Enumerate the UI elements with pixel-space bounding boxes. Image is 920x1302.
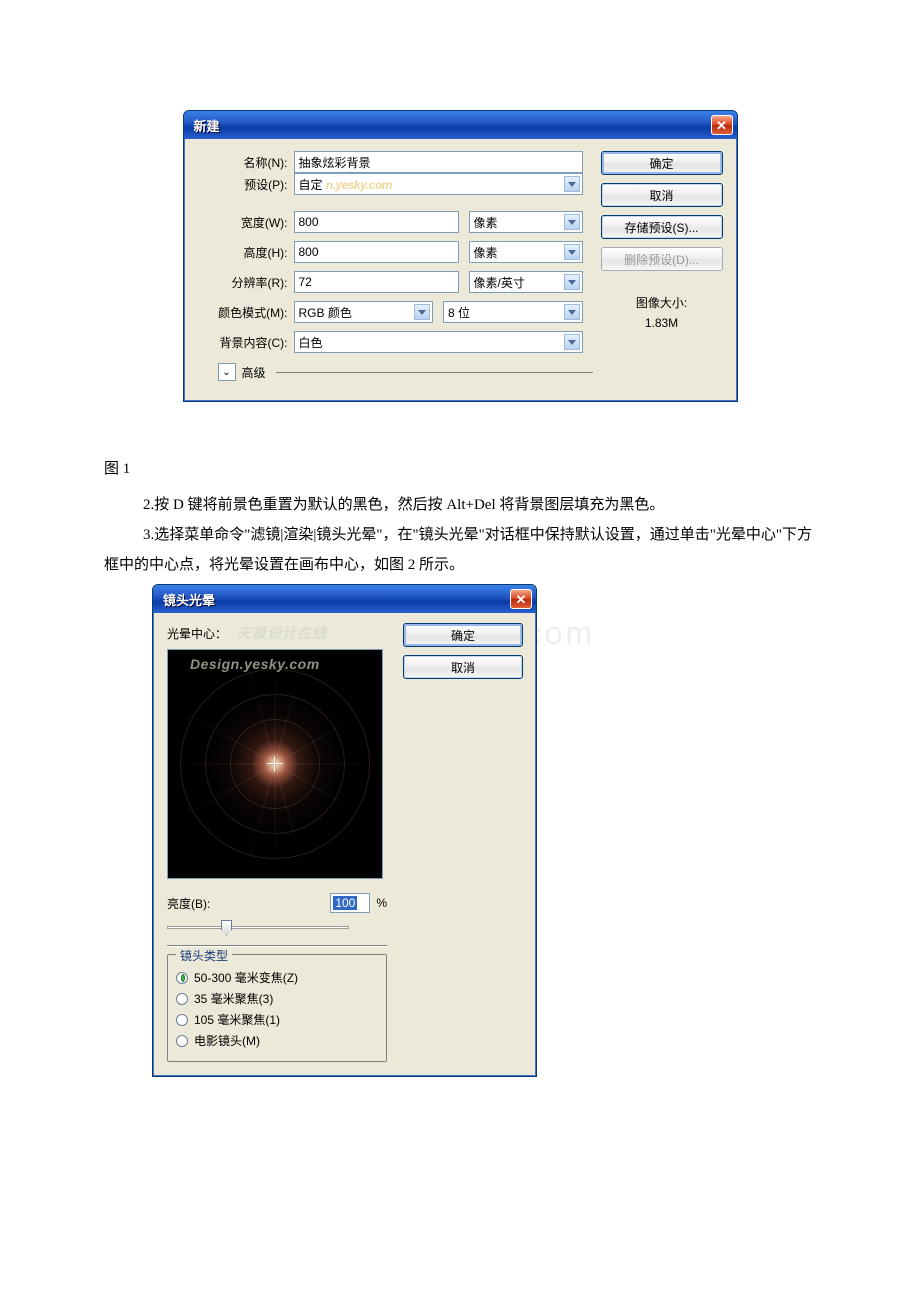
resolution-label: 分辨率(R):	[198, 274, 294, 291]
advanced-toggle[interactable]: ⌄	[218, 363, 236, 381]
colormode-value: RGB 颜色	[299, 304, 352, 321]
advanced-label: 高级	[242, 364, 272, 381]
titlebar[interactable]: 镜头光晕 ✕	[153, 585, 536, 613]
lens-option-105[interactable]: 105 毫米聚焦(1)	[176, 1011, 378, 1028]
close-icon: ✕	[516, 593, 527, 606]
lens-option-label: 35 毫米聚焦(3)	[194, 990, 273, 1007]
save-preset-button[interactable]: 存储预设(S)...	[601, 215, 723, 239]
close-button[interactable]: ✕	[711, 115, 733, 135]
brightness-input[interactable]: 100	[330, 893, 370, 913]
bgcontent-select[interactable]: 白色	[294, 331, 583, 353]
chevron-down-icon	[564, 244, 580, 260]
height-input[interactable]	[294, 241, 459, 263]
width-unit-value: 像素	[474, 214, 498, 231]
watermark-yesky: n.yesky.com	[326, 178, 392, 192]
radio-icon	[176, 993, 188, 1005]
lens-option-label: 105 毫米聚焦(1)	[194, 1011, 280, 1028]
chevron-down-icon	[564, 334, 580, 350]
close-icon: ✕	[716, 119, 727, 132]
ok-button[interactable]: 确定	[601, 151, 723, 175]
lens-type-legend: 镜头类型	[176, 947, 232, 964]
lens-option-50-300[interactable]: 50-300 毫米变焦(Z)	[176, 969, 378, 986]
chevron-down-icon	[564, 274, 580, 290]
colormode-label: 颜色模式(M):	[198, 304, 294, 321]
figure1-label: 图 1	[104, 454, 820, 484]
brightness-value: 100	[333, 896, 357, 910]
paragraph-3: 3.选择菜单命令"滤镜|渲染|镜头光晕"，在"镜头光晕"对话框中保持默认设置，通…	[104, 520, 820, 580]
bitdepth-select[interactable]: 8 位	[443, 301, 583, 323]
paragraph-2: 2.按 D 键将前景色重置为默认的黑色，然后按 Alt+Del 将背景图层填充为…	[104, 490, 820, 520]
preset-label: 预设(P):	[198, 176, 294, 193]
height-label: 高度(H):	[198, 244, 294, 261]
resolution-input[interactable]	[294, 271, 459, 293]
dialog-title: 新建	[194, 116, 711, 135]
resolution-unit-select[interactable]: 像素/英寸	[469, 271, 583, 293]
chevron-down-icon	[564, 214, 580, 230]
flare-center-label: 光晕中心：	[167, 625, 227, 642]
crosshair-icon[interactable]	[267, 756, 283, 772]
cancel-button[interactable]: 取消	[601, 183, 723, 207]
watermark-design-cn: 天极设计在线	[237, 623, 327, 643]
image-size-label: 图像大小:	[601, 293, 723, 313]
ok-button[interactable]: 确定	[403, 623, 523, 647]
preset-select[interactable]: 自定 n.yesky.com	[294, 173, 583, 195]
tutorial-text: 图 1 2.按 D 键将前景色重置为默认的黑色，然后按 Alt+Del 将背景图…	[0, 402, 920, 580]
lens-option-movie[interactable]: 电影镜头(M)	[176, 1032, 378, 1049]
bgcontent-value: 白色	[299, 334, 323, 351]
resolution-unit-value: 像素/英寸	[474, 274, 525, 291]
flare-preview[interactable]: Design.yesky.com	[167, 649, 383, 879]
brightness-unit: %	[376, 896, 387, 910]
height-unit-value: 像素	[474, 244, 498, 261]
chevron-down-icon	[564, 176, 580, 192]
titlebar[interactable]: 新建 ✕	[184, 111, 737, 139]
bgcontent-label: 背景内容(C):	[198, 334, 294, 351]
slider-thumb-icon[interactable]	[221, 920, 232, 936]
separator	[167, 945, 387, 946]
dialog-title: 镜头光晕	[163, 590, 510, 609]
name-label: 名称(N):	[198, 154, 294, 171]
radio-icon	[176, 1035, 188, 1047]
width-input[interactable]	[294, 211, 459, 233]
width-unit-select[interactable]: 像素	[469, 211, 583, 233]
lens-flare-dialog: 镜头光晕 ✕ 光晕中心： 天极设计在线 Design.yesky.com 亮度(…	[152, 584, 537, 1077]
chevron-down-icon	[414, 304, 430, 320]
height-unit-select[interactable]: 像素	[469, 241, 583, 263]
chevron-down-icon	[564, 304, 580, 320]
brightness-slider[interactable]	[167, 917, 387, 937]
name-input[interactable]	[294, 151, 583, 173]
cancel-button[interactable]: 取消	[403, 655, 523, 679]
colormode-select[interactable]: RGB 颜色	[294, 301, 434, 323]
image-size-value: 1.83M	[601, 313, 723, 333]
close-button[interactable]: ✕	[510, 589, 532, 609]
lens-option-label: 电影镜头(M)	[194, 1032, 260, 1049]
bitdepth-value: 8 位	[448, 304, 470, 321]
delete-preset-button: 删除预设(D)...	[601, 247, 723, 271]
lens-option-label: 50-300 毫米变焦(Z)	[194, 969, 298, 986]
width-label: 宽度(W):	[198, 214, 294, 231]
radio-icon	[176, 972, 188, 984]
radio-icon	[176, 1014, 188, 1026]
lens-option-35[interactable]: 35 毫米聚焦(3)	[176, 990, 378, 1007]
preset-value: 自定	[299, 178, 323, 192]
brightness-label: 亮度(B):	[167, 895, 210, 912]
lens-type-group: 镜头类型 50-300 毫米变焦(Z) 35 毫米聚焦(3) 105 毫米聚焦(…	[167, 954, 387, 1062]
new-document-dialog: 新建 ✕ 名称(N): 预设(P): 自定 n.yesky.com 宽度(W)	[183, 110, 738, 402]
